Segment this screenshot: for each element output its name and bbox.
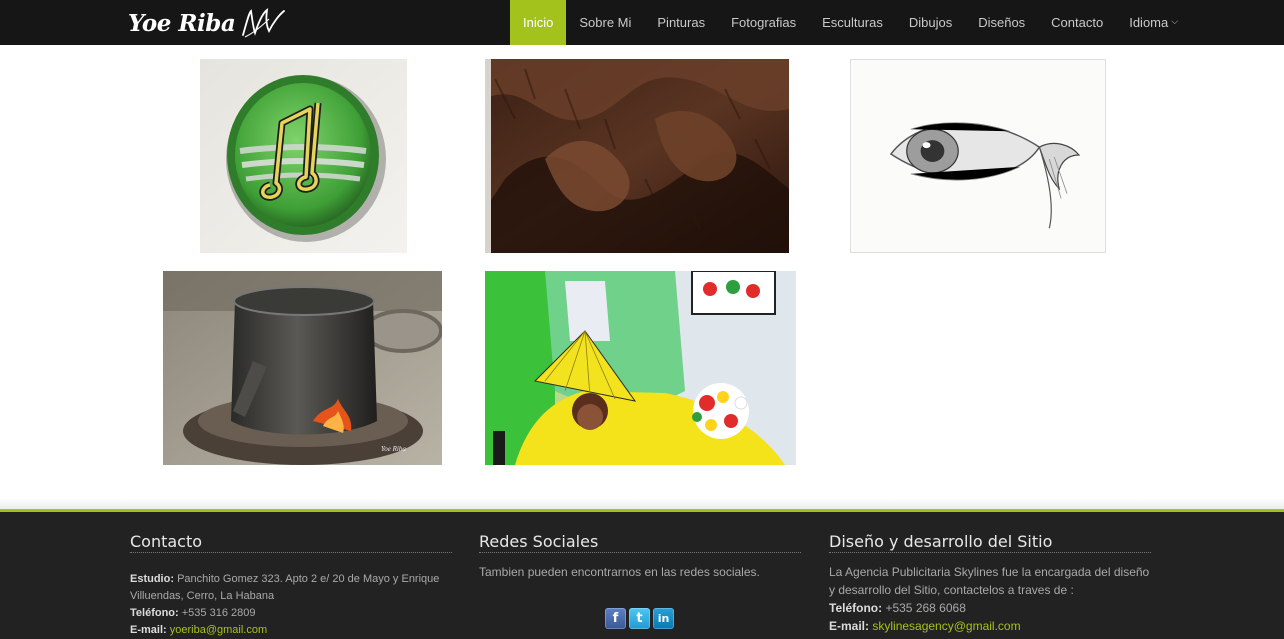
nav-item-fotografias[interactable]: Fotografias <box>718 0 809 45</box>
main-nav: Inicio Sobre Mi Pinturas Fotografias Esc… <box>510 0 1191 45</box>
nav-label: Idioma <box>1129 15 1169 30</box>
nav-label: Pinturas <box>657 15 706 30</box>
wood-sculpture-image <box>485 59 789 253</box>
credits-email-link[interactable]: skylinesagency@gmail.com <box>872 619 1020 633</box>
studio-address: Estudio: Panchito Gomez 323. Apto 2 e/ 2… <box>130 571 452 605</box>
linkedin-icon[interactable]: in <box>653 608 674 629</box>
gallery-image-drawing[interactable] <box>850 59 1106 253</box>
contact-email: E-mail: yoeriba@gmail.com <box>130 622 452 639</box>
phone-value: +535 316 2809 <box>181 607 256 619</box>
footer-social: Redes Sociales Tambien pueden encontrarn… <box>479 532 801 629</box>
credits-email: E-mail: skylinesagency@gmail.com <box>829 617 1151 635</box>
footer-contact: Contacto Estudio: Panchito Gomez 323. Ap… <box>130 532 452 639</box>
nav-label: Dibujos <box>908 15 953 30</box>
nav-item-esculturas[interactable]: Esculturas <box>809 0 896 45</box>
nav-item-idioma-dropdown[interactable]: Idioma ⌵ <box>1116 0 1191 45</box>
gallery-image-design[interactable] <box>485 271 796 465</box>
footer-credits-title: Diseño y desarrollo del Sitio <box>829 532 1151 553</box>
footer: Contacto Estudio: Panchito Gomez 323. Ap… <box>0 498 1284 639</box>
credits-phone-label: Teléfono: <box>829 601 883 615</box>
studio-value: Panchito Gomez 323. Apto 2 e/ 20 de Mayo… <box>130 573 440 602</box>
nav-label: Contacto <box>1051 15 1104 30</box>
nav-item-pinturas[interactable]: Pinturas <box>644 0 718 45</box>
nav-label: Diseños <box>978 15 1026 30</box>
eye-drawing-image <box>851 60 1105 252</box>
nav-item-sobre-mi[interactable]: Sobre Mi <box>566 0 644 45</box>
email-label: E-mail: <box>130 624 167 636</box>
signature-logo-icon <box>242 7 286 38</box>
brand-name: Yoe Riba <box>128 9 236 37</box>
footer-social-title: Redes Sociales <box>479 532 801 553</box>
photo-watermark: Yoe Riba <box>381 445 406 453</box>
nav-item-inicio[interactable]: Inicio <box>510 0 567 45</box>
credits-text: La Agencia Publicitaria Skylines fue la … <box>829 565 1150 597</box>
credits-phone-value: +535 268 6068 <box>885 601 966 615</box>
pot-photo-image: Yoe Riba <box>163 271 442 465</box>
credits-phone: Teléfono: +535 268 6068 <box>829 599 1151 617</box>
studio-label: Estudio: <box>130 573 174 585</box>
nav-label: Esculturas <box>822 15 883 30</box>
navbar: Yoe Riba Inicio Sobre Mi Pinturas Fotogr… <box>0 0 1284 45</box>
dancer-design-image <box>485 271 796 465</box>
chevron-down-icon: ⌵ <box>1171 16 1179 26</box>
email-link[interactable]: yoeriba@gmail.com <box>170 624 267 636</box>
credits-email-label: E-mail: <box>829 619 870 633</box>
nav-item-disenos[interactable]: Diseños <box>965 0 1038 45</box>
footer-contact-title: Contacto <box>130 532 452 553</box>
gallery-image-plate[interactable] <box>200 59 407 253</box>
plate-artwork-image <box>200 59 407 253</box>
facebook-icon[interactable]: f <box>605 608 626 629</box>
social-icons: f t in <box>605 608 674 629</box>
nav-label: Inicio <box>523 15 554 30</box>
gallery-image-photo[interactable]: Yoe Riba <box>163 271 442 465</box>
nav-item-dibujos[interactable]: Dibujos <box>896 0 965 45</box>
social-text: Tambien pueden encontrarnos en las redes… <box>479 565 760 579</box>
phone-label: Teléfono: <box>130 607 179 619</box>
contact-phone: Teléfono: +535 316 2809 <box>130 605 452 622</box>
twitter-icon[interactable]: t <box>629 608 650 629</box>
nav-item-contacto[interactable]: Contacto <box>1038 0 1116 45</box>
gallery-image-sculpture[interactable] <box>485 59 789 253</box>
nav-label: Sobre Mi <box>579 15 632 30</box>
nav-label: Fotografias <box>731 15 797 30</box>
footer-credits: Diseño y desarrollo del Sitio La Agencia… <box>829 532 1151 635</box>
brand-logo[interactable]: Yoe Riba <box>128 7 287 39</box>
